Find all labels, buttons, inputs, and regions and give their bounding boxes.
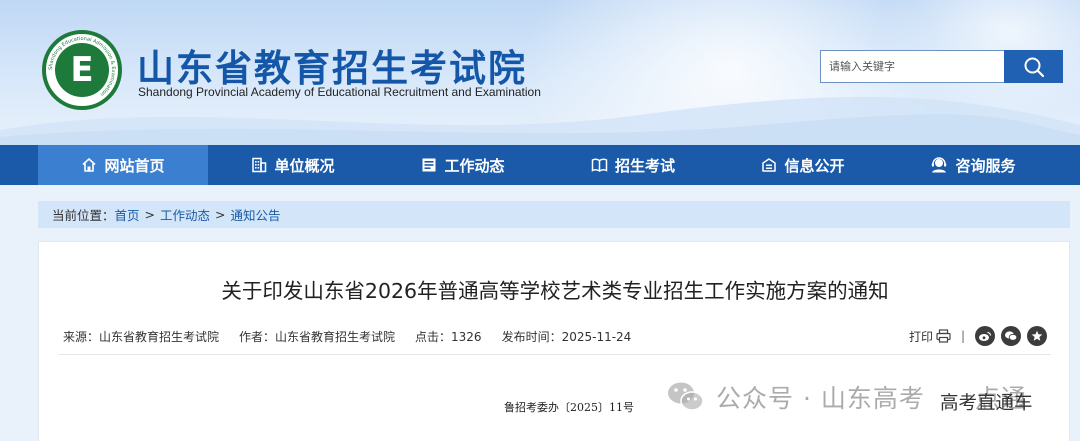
site-header: Shandong Educational Admission & Examina…: [0, 0, 1080, 145]
share-qzone-button[interactable]: [1027, 326, 1047, 346]
nav-item-label: 招生考试: [614, 156, 675, 175]
share-weibo-button[interactable]: [975, 326, 995, 346]
article-author: 作者：山东省教育招生考试院: [239, 330, 396, 344]
nav-item-label: 网站首页: [104, 156, 165, 175]
site-title: 山东省教育招生考试院: [137, 47, 527, 90]
article-divider: [59, 354, 1051, 355]
breadcrumb-prefix: 当前位置：: [52, 208, 115, 223]
tools-separator: |: [960, 329, 965, 343]
breadcrumb-separator: >: [144, 207, 156, 222]
nav-item-info[interactable]: 信息公开: [718, 145, 888, 185]
nav-item-label: 咨询服务: [955, 156, 1016, 175]
article-source: 来源：山东省教育招生考试院: [63, 330, 220, 344]
support-icon: [932, 157, 947, 173]
article-publish-date: 发布时间：2025-11-24: [501, 330, 632, 344]
nav-item-about[interactable]: 单位概况: [208, 145, 378, 185]
search-icon: [1024, 57, 1044, 77]
print-button[interactable]: 打印: [909, 328, 951, 345]
svg-text:Shandong Educational Admission: Shandong Educational Admission & Examina…: [48, 36, 116, 97]
breadcrumb-link-news[interactable]: 工作动态: [160, 205, 210, 224]
wechat-watermark-icon: [668, 382, 704, 411]
wechat-icon: [1005, 331, 1018, 341]
info-icon: [762, 158, 777, 172]
breadcrumb: 当前位置： 首页 > 工作动态 > 通知公告: [38, 201, 1070, 228]
site-subtitle: Shandong Provincial Academy of Education…: [138, 85, 541, 99]
qzone-star-icon: [1031, 330, 1043, 341]
watermark-channel: 高考直通车: [940, 393, 1033, 414]
building-icon: [252, 157, 267, 173]
article-meta: 来源：山东省教育招生考试院 作者：山东省教育招生考试院 点击：1326 发布时间…: [63, 328, 651, 345]
search-box: [820, 50, 1063, 83]
nav-item-home[interactable]: 网站首页: [38, 145, 208, 185]
article-title: 关于印发山东省2026年普通高等学校艺术类专业招生工作实施方案的通知: [221, 279, 889, 303]
article-tools: 打印 |: [909, 326, 1047, 346]
search-input[interactable]: [820, 50, 1004, 83]
document-number: 鲁招考委办〔2025〕11号: [504, 401, 634, 414]
news-icon: [422, 158, 436, 172]
watermark-text: 公众号 · 山东高考: [716, 384, 925, 413]
weibo-icon: [979, 331, 992, 341]
home-icon: [82, 158, 97, 172]
breadcrumb-separator: >: [215, 207, 226, 222]
share-wechat-button[interactable]: [1001, 326, 1021, 346]
article-clicks: 点击：1326: [415, 330, 482, 344]
nav-item-exam[interactable]: 招生考试: [548, 145, 718, 185]
breadcrumb-link-home[interactable]: 首页: [115, 205, 140, 224]
breadcrumb-link-notices[interactable]: 通知公告: [231, 205, 281, 224]
nav-item-label: 工作动态: [444, 156, 505, 175]
printer-icon: [936, 329, 951, 343]
book-icon: [591, 158, 608, 172]
print-label: 打印: [908, 329, 933, 344]
nav-item-news[interactable]: 工作动态: [378, 145, 548, 185]
nav-item-service[interactable]: 咨询服务: [888, 145, 1058, 185]
logo-ring-text: Shandong Educational Admission & Examina…: [48, 36, 116, 97]
main-nav: 网站首页 单位概况 工作动态 招生考试 信息公开 咨询服务: [0, 145, 1080, 185]
search-button[interactable]: [1004, 50, 1063, 83]
nav-item-label: 信息公开: [784, 156, 845, 175]
site-logo[interactable]: Shandong Educational Admission & Examina…: [42, 30, 122, 110]
nav-item-label: 单位概况: [274, 156, 335, 175]
